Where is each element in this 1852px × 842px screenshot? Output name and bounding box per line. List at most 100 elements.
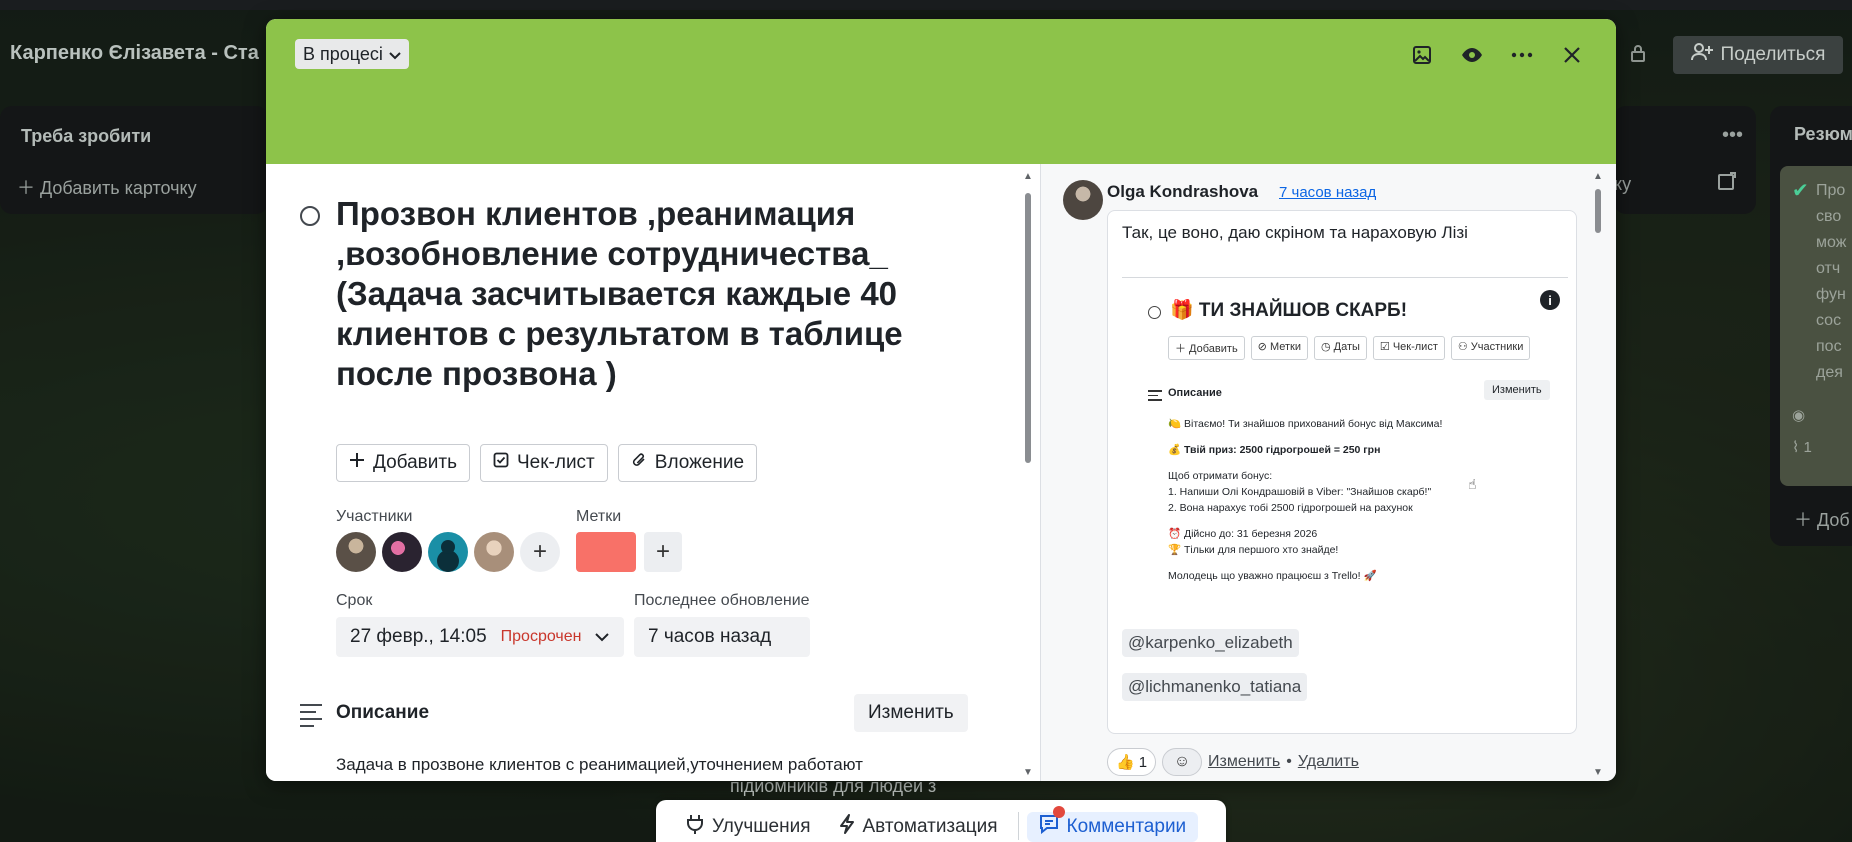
last-update-label: Последнее обновление xyxy=(634,592,810,609)
add-button[interactable]: Добавить xyxy=(336,444,470,482)
cover-image-icon[interactable] xyxy=(1408,41,1436,69)
due-label: Срок xyxy=(336,592,373,609)
overdue-badge: Просрочен xyxy=(500,628,582,645)
plus-icon: + xyxy=(655,538,670,565)
comments-button[interactable]: Комментарии xyxy=(1026,806,1199,842)
checklist-label: Чек-лист xyxy=(516,452,595,473)
divider xyxy=(1017,812,1019,840)
checklist-button[interactable]: Чек-лист xyxy=(479,444,608,482)
plus-icon: ＋ xyxy=(17,178,35,198)
screenshot-title: 🎁 ТИ ЗНАЙШОВ СКАРБ! xyxy=(1170,300,1408,321)
add-label-button[interactable]: + xyxy=(644,532,682,572)
label-chip-red[interactable] xyxy=(576,532,636,572)
lightning-icon xyxy=(839,814,855,840)
comments-pane: Olga Kondrashova 7 часов назад Так, це в… xyxy=(1040,164,1616,781)
list-status-dropdown[interactable]: В процесі xyxy=(295,39,409,69)
chevron-down-icon xyxy=(595,626,610,648)
screenshot-radio xyxy=(1148,306,1161,319)
checkbox-icon xyxy=(493,452,509,474)
chevron-down-icon xyxy=(389,44,401,65)
list-title[interactable]: Треба зробити xyxy=(21,126,151,147)
reaction-thumbs-up[interactable]: 👍 1 xyxy=(1107,748,1157,776)
scroll-down-arrow: ▼ xyxy=(1593,767,1603,778)
edit-comment-link[interactable]: Изменить xyxy=(1208,753,1280,771)
add-card-label: Добавить карточку xyxy=(40,178,197,198)
avatar[interactable] xyxy=(1063,180,1103,220)
automation-label: Автоматизация xyxy=(862,816,998,837)
comment-text: Так, це воно, даю скріном та нараховую Л… xyxy=(1122,223,1468,242)
attachment-label: Вложение xyxy=(654,452,745,473)
card-title[interactable]: Прозвон клиентов ,реанимация ,возобновле… xyxy=(336,194,976,394)
add-card-fragment[interactable]: ку xyxy=(1614,174,1631,195)
more-options-icon[interactable] xyxy=(1508,41,1536,69)
delete-comment-link[interactable]: Удалить xyxy=(1298,753,1359,771)
main-pane-scrollbar[interactable]: ▲ ▼ xyxy=(1023,171,1033,781)
comment-author[interactable]: Olga Kondrashova xyxy=(1107,182,1258,202)
comment-time-link[interactable]: 7 часов назад xyxy=(1279,184,1376,201)
close-icon[interactable] xyxy=(1558,41,1586,69)
notification-dot xyxy=(1052,806,1065,818)
complete-card-radio[interactable] xyxy=(300,206,320,226)
labels-label: Метки xyxy=(576,508,622,525)
comment-body: Так, це воно, даю скріном та нараховую Л… xyxy=(1107,210,1577,734)
top-navigation-bar xyxy=(0,0,1852,10)
thumbs-up-icon: 👍 xyxy=(1116,754,1135,771)
info-icon: i xyxy=(1540,290,1560,310)
card-template-icon[interactable] xyxy=(1718,172,1736,195)
comment-screenshot[interactable]: 🎁 ТИ ЗНАЙШОВ СКАРБ! i ＋ Добавить ⊘ Метки… xyxy=(1122,277,1568,607)
screenshot-chip: ⚇ Участники xyxy=(1450,336,1531,360)
watch-icon: ◉ xyxy=(1792,407,1806,424)
list-menu-icon[interactable]: ••• xyxy=(1722,124,1743,147)
screenshot-chip: ＋ Добавить xyxy=(1168,336,1245,360)
screenshot-chips: ＋ Добавить ⊘ Метки ◷ Даты ☑ Чек-лист ⚇ У… xyxy=(1168,336,1531,360)
description-icon xyxy=(300,704,322,732)
attachment-button[interactable]: Вложение xyxy=(617,444,758,482)
description-title: Описание xyxy=(336,702,430,723)
scrollbar-thumb xyxy=(1595,189,1601,233)
screenshot-chip: ⊘ Метки xyxy=(1250,336,1308,360)
edit-description-button[interactable]: Изменить xyxy=(854,694,968,732)
attachment-count: ⌇ 1 xyxy=(1792,439,1812,456)
members-list: + xyxy=(336,532,560,572)
scroll-up-arrow: ▲ xyxy=(1023,171,1033,182)
members-label: Участники xyxy=(336,508,413,525)
add-card-button[interactable]: ＋ Добавить карточку xyxy=(17,174,197,200)
avatar[interactable] xyxy=(428,532,468,572)
emoji-icon: ☺ xyxy=(1173,753,1191,770)
list-partial: ••• ку xyxy=(1614,106,1756,214)
share-button[interactable]: Поделиться xyxy=(1673,36,1843,74)
scrollbar-thumb xyxy=(1025,193,1031,463)
paperclip-icon xyxy=(631,452,647,474)
board-title[interactable]: Карпенко Єлізавета - Ста xyxy=(10,42,259,65)
power-ups-label: Улучшения xyxy=(712,816,811,837)
description-text[interactable]: Задача в прозвоне клиентов с реанимацией… xyxy=(336,752,936,781)
comment-icon xyxy=(1039,814,1059,840)
card-detail-modal: В процесі Прозвон клиентов ,реанимация ,… xyxy=(266,19,1616,781)
add-person-icon xyxy=(1690,42,1713,68)
add-card-button[interactable]: ＋ Доб xyxy=(1794,506,1850,532)
share-label: Поделиться xyxy=(1720,44,1826,65)
scroll-up-arrow: ▲ xyxy=(1593,171,1603,182)
separator: • xyxy=(1286,753,1292,770)
card-resume[interactable]: ✔ Про сво мож отч фун сос пос дея ◉ ⌇ 1 xyxy=(1780,166,1852,486)
lock-icon[interactable] xyxy=(1630,44,1646,67)
plug-icon xyxy=(686,814,704,840)
power-ups-button[interactable]: Улучшения xyxy=(674,812,823,842)
add-member-button[interactable]: + xyxy=(520,532,560,572)
mention-tag[interactable]: @lichmanenko_tatiana xyxy=(1122,673,1308,701)
avatar[interactable] xyxy=(336,532,376,572)
due-date-dropdown[interactable]: 27 февр., 14:05 Просрочен xyxy=(336,617,624,657)
plus-icon: + xyxy=(532,538,547,565)
check-circle-icon: ✔ xyxy=(1792,180,1809,202)
card-main-pane: Прозвон клиентов ,реанимация ,возобновле… xyxy=(266,164,1040,781)
due-date-value: 27 февр., 14:05 xyxy=(350,626,487,647)
list-title[interactable]: Резюм xyxy=(1794,124,1852,145)
add-label: Добавить xyxy=(373,452,457,473)
automation-button[interactable]: Автоматизация xyxy=(827,812,1010,842)
avatar[interactable] xyxy=(474,532,514,572)
comments-scrollbar[interactable]: ▲ ▼ xyxy=(1593,171,1603,781)
watch-eye-icon[interactable] xyxy=(1458,41,1486,69)
avatar[interactable] xyxy=(382,532,422,572)
add-reaction-button[interactable]: ☺ xyxy=(1162,748,1203,776)
mention-tag[interactable]: @karpenko_elizabeth xyxy=(1122,629,1299,657)
